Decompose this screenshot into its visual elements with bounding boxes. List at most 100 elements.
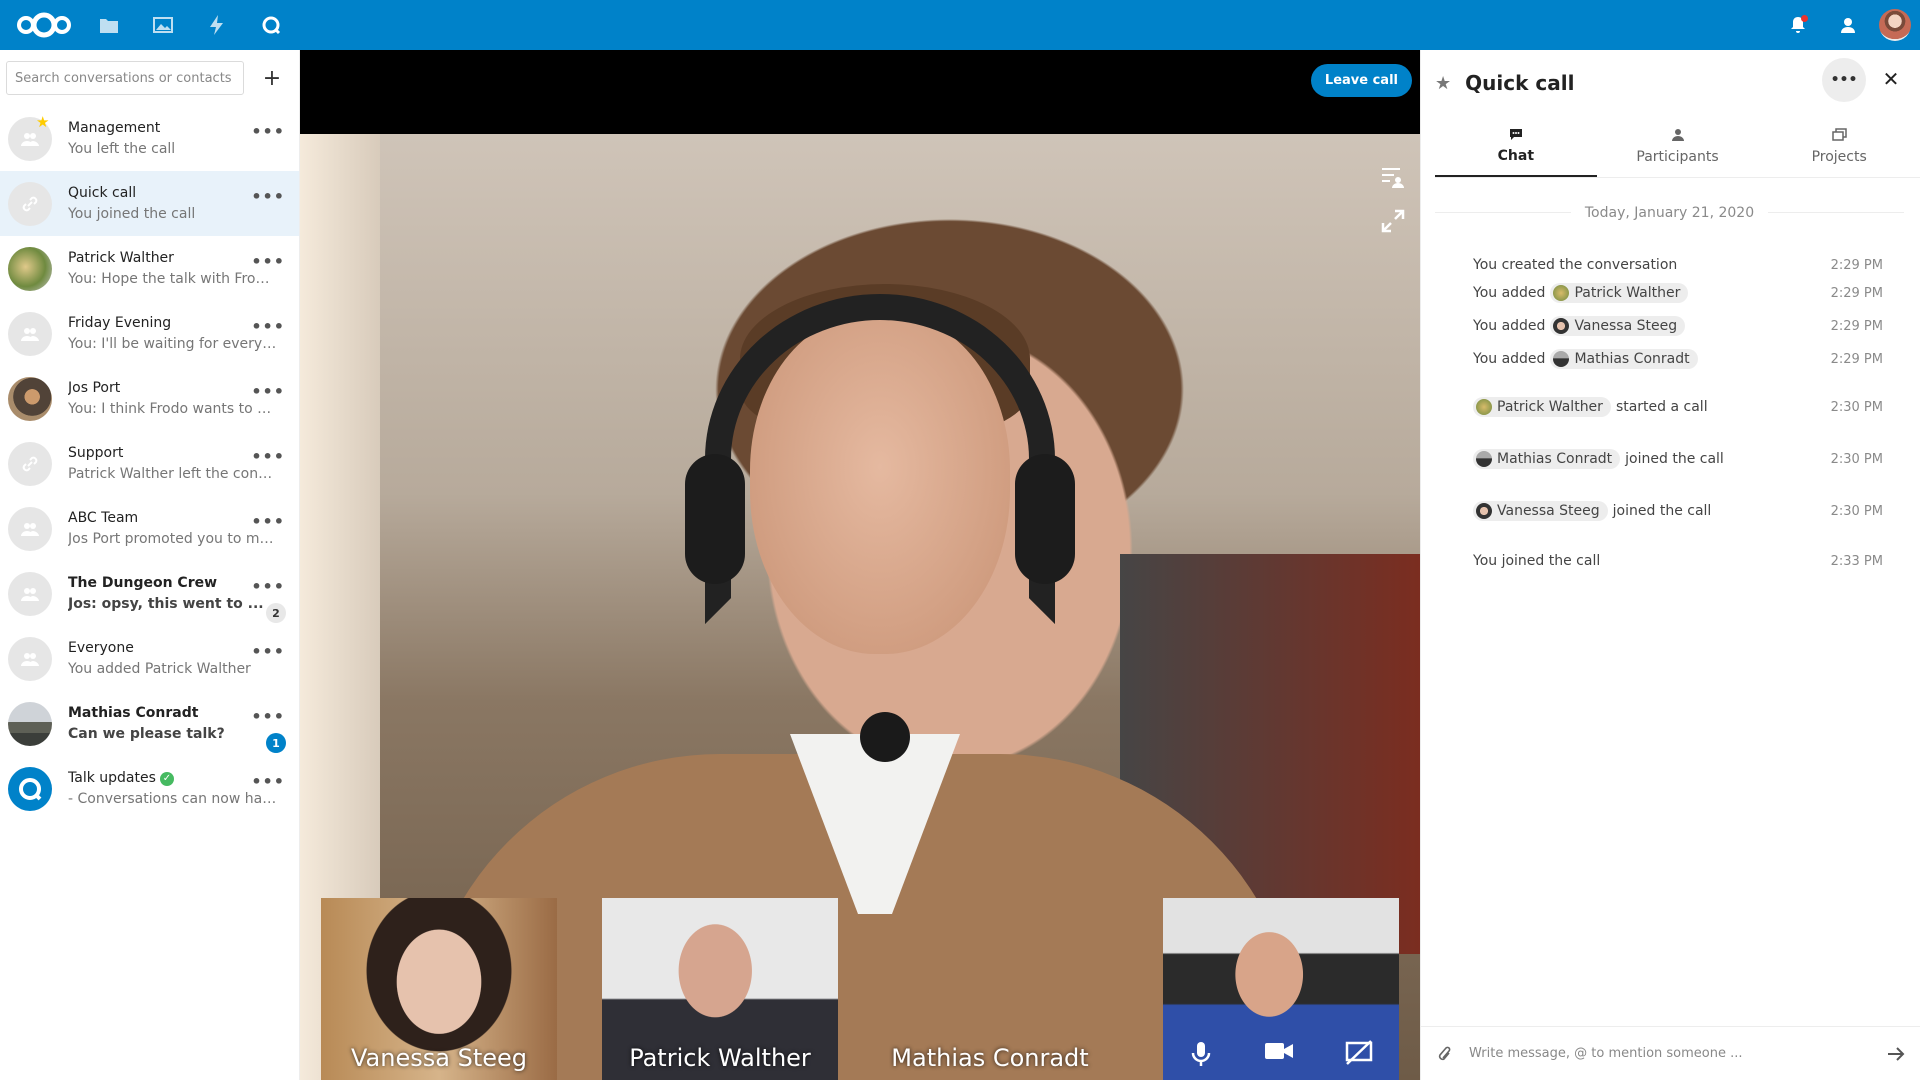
talk-icon[interactable] [244,0,298,50]
conversation-menu-button[interactable]: ••• [251,122,285,141]
conversation-name: Mathias Conradt [68,704,199,721]
conversation-item[interactable]: Jos Port You: I think Frodo wants to dat… [0,366,299,431]
leave-call-button[interactable]: Leave call [1310,64,1412,97]
conversation-last-message: Can we please talk? [68,725,225,742]
conversation-last-message: Patrick Walther left the conver... [68,465,278,482]
unread-count-badge: 1 [266,733,286,753]
main-video-stream: Vanessa Steeg Patrick Walther Mathias Co… [300,134,1420,1080]
unread-count-badge: 2 [266,603,286,623]
search-input[interactable] [6,61,244,95]
conversation-last-message: Jos: opsy, this went to ... [68,595,264,612]
tab-participants[interactable]: Participants [1597,116,1759,177]
files-icon[interactable] [82,0,136,50]
conversation-item[interactable]: ABC Team Jos Port promoted you to mod...… [0,496,299,561]
conversation-last-message: Jos Port promoted you to mod... [68,530,278,547]
chat-icon [1509,128,1523,144]
conversation-name: Management [68,119,161,136]
verified-icon: ✓ [159,771,174,786]
group-avatar [8,311,52,356]
system-message: Patrick Walther started a call 2:30 PM [1473,397,1883,417]
user-mention[interactable]: Vanessa Steeg [1473,501,1608,521]
participant-video[interactable]: Vanessa Steeg [321,898,557,1080]
screen-share-icon[interactable] [1345,1040,1373,1072]
message-time: 2:29 PM [1830,351,1883,367]
group-avatar [8,636,52,681]
system-message: You added Mathias Conradt 2:29 PM [1473,349,1883,369]
favorite-star-icon[interactable]: ★ [1435,73,1451,94]
system-message: You added Patrick Walther 2:29 PM [1473,283,1883,303]
send-icon[interactable] [1871,1046,1920,1062]
link-avatar [8,181,52,226]
local-video [1163,898,1399,1080]
conversation-name: Everyone [68,639,134,656]
conversation-last-message: You: Hope the talk with Frodo ... [68,270,278,287]
message-time: 2:29 PM [1830,318,1883,334]
photos-icon[interactable] [136,0,190,50]
group-avatar [8,506,52,551]
participant-name: Patrick Walther [629,1044,811,1072]
group-avatar [8,571,52,616]
user-mention[interactable]: Vanessa Steeg [1550,316,1686,336]
user-mention[interactable]: Patrick Walther [1550,283,1689,303]
conversation-item[interactable]: The Dungeon Crew Jos: opsy, this went to… [0,561,299,626]
conversation-item[interactable]: Everyone You added Patrick Walther ••• [0,626,299,691]
conversation-menu-button[interactable]: ••• [251,707,285,726]
conversation-last-message: You left the call [68,140,176,157]
conversation-last-message: - Conversations can now have... [68,790,278,807]
message-input[interactable] [1469,1046,1871,1061]
conversation-item[interactable]: Mathias Conradt Can we please talk? ••• … [0,691,299,756]
conversation-name: The Dungeon Crew [68,574,218,591]
tab-projects[interactable]: Projects [1758,116,1920,177]
attachment-icon[interactable] [1421,1045,1469,1063]
conversation-last-message: You: I think Frodo wants to dat... [68,400,278,417]
close-sidebar-button[interactable]: ✕ [1876,64,1906,94]
conversation-item[interactable]: Quick call You joined the call ••• [0,171,299,236]
tab-label: Chat [1497,147,1535,164]
conversation-title: Quick call [1465,71,1575,95]
conversation-item[interactable]: Support Patrick Walther left the conver.… [0,431,299,496]
new-conversation-button[interactable]: + [250,56,294,100]
conversation-item[interactable]: Friday Evening You: I'll be waiting for … [0,301,299,366]
avatar [1476,503,1492,519]
avatar [1553,285,1570,301]
user-mention[interactable]: Mathias Conradt [1550,349,1698,369]
more-options-button[interactable]: ••• [1822,58,1866,102]
conversation-name: Jos Port [68,379,121,396]
contacts-icon[interactable] [1823,0,1873,50]
conversation-menu-button[interactable]: ••• [251,772,285,791]
conversation-name: Talk updates ✓ [68,768,278,788]
conversation-menu-button[interactable]: ••• [251,187,285,206]
conversation-item[interactable]: Talk updates ✓ - Conversations can now ha… [0,756,299,821]
microphone-icon[interactable] [1189,1040,1213,1072]
conversation-menu-button[interactable]: ••• [251,512,285,531]
conversation-details-sidebar: ★ Quick call ••• ✕ Chat Participants Pro… [1420,50,1920,1080]
activity-icon[interactable] [190,0,244,50]
conversation-item[interactable]: ★ Management You left the call ••• [0,106,299,171]
nextcloud-logo[interactable] [6,0,82,50]
speaker-view-icon[interactable] [1376,160,1410,194]
talk-logo-avatar [8,766,52,811]
contact-avatar [8,376,52,421]
conversation-menu-button[interactable]: ••• [251,447,285,466]
participant-video[interactable]: Patrick Walther [602,898,838,1080]
message-time: 2:30 PM [1830,451,1883,467]
system-message: Vanessa Steeg joined the call 2:30 PM [1473,501,1883,521]
tab-label: Projects [1811,149,1867,165]
tab-chat[interactable]: Chat [1435,116,1597,177]
user-avatar[interactable] [1879,9,1911,41]
fullscreen-icon[interactable] [1376,204,1410,238]
conversation-menu-button[interactable]: ••• [251,317,285,336]
notifications-icon[interactable] [1773,0,1823,50]
conversation-menu-button[interactable]: ••• [251,252,285,271]
system-message: You created the conversation 2:29 PM [1473,257,1883,273]
camera-icon[interactable] [1264,1040,1294,1072]
conversation-item[interactable]: Patrick Walther You: Hope the talk with … [0,236,299,301]
projects-icon [1831,128,1847,145]
conversation-menu-button[interactable]: ••• [251,642,285,661]
participant-name: Mathias Conradt [891,1044,1089,1072]
user-mention[interactable]: Mathias Conradt [1473,449,1621,469]
conversation-menu-button[interactable]: ••• [251,577,285,596]
conversation-menu-button[interactable]: ••• [251,382,285,401]
system-message: You added Vanessa Steeg 2:29 PM [1473,316,1883,336]
user-mention[interactable]: Patrick Walther [1473,397,1611,417]
